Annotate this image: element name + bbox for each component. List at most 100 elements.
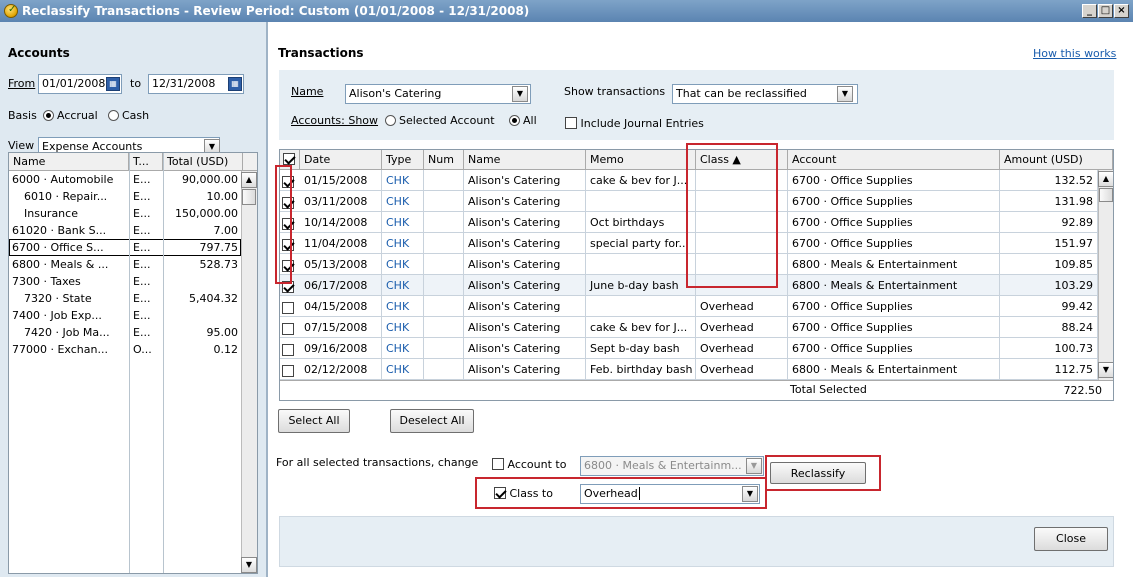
account-row[interactable]: 77000 · Exchan... O... 0.12 <box>9 341 241 358</box>
account-row[interactable]: 6000 · Automobile E... 90,000.00 <box>9 171 241 188</box>
show-transactions-label: Show transactions <box>564 85 666 98</box>
col-account-header[interactable]: Account <box>788 150 1000 170</box>
col-date-header[interactable]: Date <box>300 150 382 170</box>
txn-date: 06/17/2008 <box>300 275 382 296</box>
transaction-row[interactable]: 09/16/2008 CHK Alison's Catering Sept b-day… <box>280 338 1098 359</box>
transaction-row[interactable]: 07/15/2008 CHK Alison's Catering cake & bev… <box>280 317 1098 338</box>
account-row[interactable]: 6010 · Repair... E... 10.00 <box>9 188 241 205</box>
txn-type: CHK <box>382 254 424 275</box>
account-row[interactable] <box>9 426 241 443</box>
select-all-button[interactable]: Select All <box>278 409 350 433</box>
minimize-button[interactable]: _ <box>1082 4 1097 18</box>
include-journal-entries-label: Include Journal Entries <box>580 117 704 130</box>
account-total: 95.00 <box>206 326 239 339</box>
account-total: 528.73 <box>199 258 239 271</box>
account-row[interactable]: 6800 · Meals & ... E... 528.73 <box>9 256 241 273</box>
col-total-header[interactable]: Total (USD) <box>163 153 243 171</box>
transaction-row[interactable]: 02/12/2008 CHK Alison's Catering Feb. birth… <box>280 359 1098 380</box>
account-row[interactable]: Insurance E... 150,000.00 <box>9 205 241 222</box>
account-to-checkbox[interactable]: Account to <box>492 458 566 471</box>
row-checkbox[interactable] <box>280 317 300 336</box>
selected-account-radio[interactable]: Selected Account <box>385 114 495 127</box>
account-row[interactable]: 6700 · Office S... E... 797.75 <box>9 239 241 256</box>
chevron-down-icon[interactable]: ▼ <box>512 86 528 102</box>
row-checkbox[interactable] <box>280 338 300 357</box>
account-row[interactable] <box>9 545 241 562</box>
col-num-header[interactable]: Num <box>424 150 464 170</box>
col-type-header[interactable]: Type <box>382 150 424 170</box>
account-row[interactable] <box>9 477 241 494</box>
account-row[interactable] <box>9 460 241 477</box>
account-type: E... <box>133 241 151 254</box>
account-row[interactable] <box>9 443 241 460</box>
chevron-down-icon[interactable]: ▼ <box>746 458 762 474</box>
accounts-table-header: Name T... Total (USD) <box>9 153 257 171</box>
all-accounts-radio[interactable]: All <box>509 114 537 127</box>
scroll-thumb[interactable] <box>242 189 256 205</box>
txn-name: Alison's Catering <box>464 191 586 212</box>
calendar-icon[interactable]: ▦ <box>228 77 242 91</box>
close-window-button[interactable]: × <box>1114 4 1129 18</box>
scroll-down-icon[interactable]: ▼ <box>241 557 257 573</box>
txn-num <box>424 170 464 191</box>
txn-num <box>424 212 464 233</box>
account-row[interactable]: 7300 · Taxes E... <box>9 273 241 290</box>
txn-name: Alison's Catering <box>464 296 586 317</box>
row-checkbox[interactable] <box>280 296 300 315</box>
txn-account: 6800 · Meals & Entertainment <box>788 359 1000 380</box>
txn-memo: Feb. birthday bash <box>586 359 696 380</box>
account-row[interactable] <box>9 528 241 545</box>
account-row[interactable] <box>9 409 241 426</box>
txn-name: Alison's Catering <box>464 338 586 359</box>
account-row[interactable] <box>9 358 241 375</box>
account-row[interactable] <box>9 494 241 511</box>
include-journal-entries-checkbox[interactable]: Include Journal Entries <box>565 117 704 130</box>
transaction-row[interactable]: 04/15/2008 CHK Alison's Catering Overhead 67… <box>280 296 1098 317</box>
col-amount-header[interactable]: Amount (USD) <box>1000 150 1113 170</box>
how-this-works-link[interactable]: How this works <box>1033 47 1116 60</box>
row-checkbox[interactable] <box>280 359 300 378</box>
scroll-down-icon[interactable]: ▼ <box>1098 362 1113 378</box>
account-row[interactable] <box>9 375 241 392</box>
chevron-down-icon[interactable]: ▼ <box>837 86 853 102</box>
account-row[interactable]: 7400 · Job Exp... E... <box>9 307 241 324</box>
accounts-scrollbar[interactable] <box>241 171 257 573</box>
txn-num <box>424 338 464 359</box>
maximize-button[interactable]: □ <box>1098 4 1113 18</box>
txn-name: Alison's Catering <box>464 275 586 296</box>
bottom-bar <box>279 516 1114 567</box>
radio-selected-icon <box>509 115 520 126</box>
total-selected-value: 722.50 <box>1063 384 1103 397</box>
txn-amount: 88.24 <box>1000 317 1098 338</box>
account-row[interactable]: 7320 · State E... 5,404.32 <box>9 290 241 307</box>
deselect-all-button[interactable]: Deselect All <box>390 409 474 433</box>
txn-num <box>424 191 464 212</box>
basis-cash-radio[interactable]: Cash <box>108 109 149 122</box>
account-row[interactable]: 61020 · Bank S... E... 7.00 <box>9 222 241 239</box>
account-row[interactable] <box>9 392 241 409</box>
basis-accrual-radio[interactable]: Accrual <box>43 109 98 122</box>
account-total: 0.12 <box>213 343 239 356</box>
scroll-up-icon[interactable]: ▲ <box>241 172 257 188</box>
txn-date: 09/16/2008 <box>300 338 382 359</box>
txn-num <box>424 296 464 317</box>
account-name: 6700 · Office S... <box>12 241 104 254</box>
show-transactions-select[interactable]: That can be reclassified <box>672 84 858 104</box>
close-button[interactable]: Close <box>1034 527 1108 551</box>
account-to-select[interactable]: 6800 · Meals & Entertainm... <box>580 456 764 476</box>
scroll-up-icon[interactable]: ▲ <box>1098 171 1113 187</box>
col-type-header[interactable]: T... <box>129 153 163 171</box>
txn-date: 10/14/2008 <box>300 212 382 233</box>
txn-amount: 92.89 <box>1000 212 1098 233</box>
col-memo-header[interactable]: Memo <box>586 150 696 170</box>
col-name-header[interactable]: Name <box>464 150 586 170</box>
txn-account: 6700 · Office Supplies <box>788 170 1000 191</box>
account-row[interactable]: 7420 · Job Ma... E... 95.00 <box>9 324 241 341</box>
scroll-thumb[interactable] <box>1099 188 1113 202</box>
class-column-highlight <box>686 143 778 288</box>
account-row[interactable] <box>9 511 241 528</box>
account-total: 797.75 <box>199 241 239 254</box>
name-select[interactable]: Alison's Catering <box>345 84 531 104</box>
col-name-header[interactable]: Name <box>9 153 129 171</box>
calendar-icon[interactable]: ▦ <box>106 77 120 91</box>
